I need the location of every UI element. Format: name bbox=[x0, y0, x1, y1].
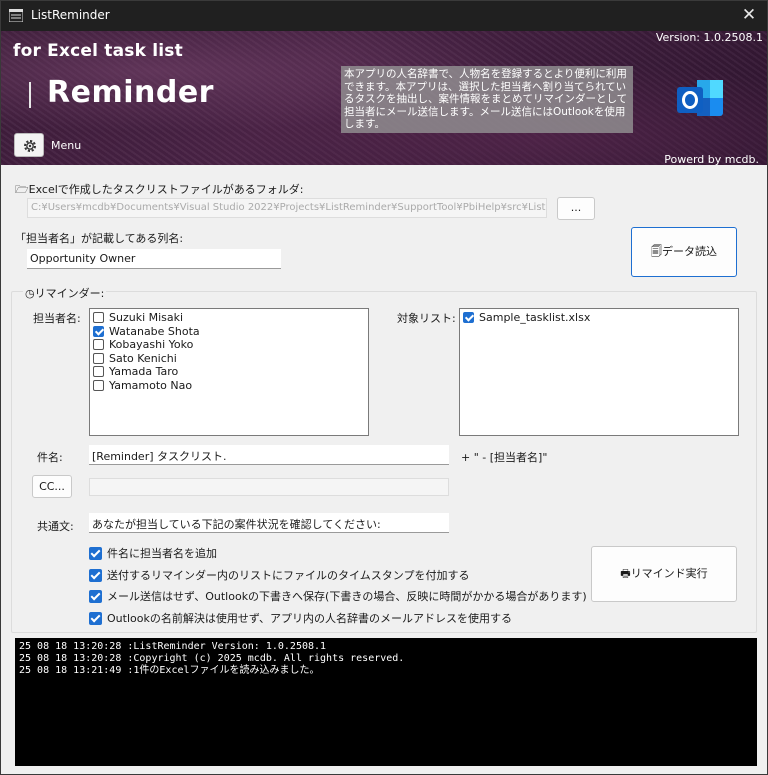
banner-title: Reminder bbox=[47, 75, 214, 110]
cc-field[interactable] bbox=[89, 478, 449, 496]
app-window: ListReminder ✕ for Excel task list Remin… bbox=[0, 0, 768, 775]
menu-button[interactable] bbox=[14, 133, 44, 157]
load-data-button-label: データ読込 bbox=[662, 245, 717, 258]
checkbox[interactable] bbox=[93, 379, 104, 391]
checkbox[interactable] bbox=[89, 612, 102, 625]
header-banner: for Excel task list Reminder Version: 1.… bbox=[1, 31, 767, 166]
owners-listbox[interactable]: Suzuki Misaki Watanabe Shota Kobayashi Y… bbox=[89, 308, 369, 436]
subject-label: 件名: bbox=[37, 451, 63, 464]
owner-name: Watanabe Shota bbox=[109, 324, 200, 338]
log-console[interactable]: 25 08 18 13:20:28 :ListReminder Version:… bbox=[15, 638, 757, 766]
owner-name: Yamamoto Nao bbox=[109, 378, 193, 392]
targets-label: 対象リスト: bbox=[397, 312, 456, 325]
owner-item[interactable]: Kobayashi Yoko bbox=[93, 338, 193, 352]
option-label: Outlookの名前解決は使用せず、アプリ内の人名辞書のメールアドレスを使用する bbox=[107, 612, 513, 625]
option-label: 件名に担当者名を追加 bbox=[107, 547, 217, 560]
body-label: 共通文: bbox=[37, 520, 74, 533]
owner-name: Kobayashi Yoko bbox=[109, 338, 194, 351]
checkbox[interactable] bbox=[463, 312, 474, 323]
column-name-label: 「担当者名」が記載してある列名: bbox=[15, 232, 184, 245]
option-use-app-dictionary[interactable]: Outlookの名前解決は使用せず、アプリ内の人名辞書のメールアドレスを使用する bbox=[89, 610, 512, 626]
owner-name: Yamada Taro bbox=[109, 365, 179, 378]
browse-folder-button[interactable]: ... bbox=[557, 197, 595, 220]
reminder-group-label-text: リマインダー: bbox=[34, 287, 105, 300]
owner-name: Suzuki Misaki bbox=[109, 311, 184, 324]
gear-icon bbox=[24, 140, 36, 152]
run-reminder-button[interactable]: 🖶リマインド実行 bbox=[591, 546, 737, 602]
body-input[interactable]: あなたが担当している下記の案件状況を確認してください: bbox=[89, 513, 449, 533]
column-name-input[interactable]: Opportunity Owner bbox=[27, 249, 281, 269]
owner-item[interactable]: Sato Kenichi bbox=[93, 352, 177, 366]
checkbox[interactable] bbox=[89, 547, 102, 560]
banner-divider bbox=[29, 82, 31, 108]
owners-label: 担当者名: bbox=[33, 312, 81, 325]
banner-subtitle: for Excel task list bbox=[13, 41, 183, 61]
option-add-timestamp[interactable]: 送付するリマインダー内のリストにファイルのタイムスタンプを付加する bbox=[89, 567, 469, 583]
option-add-owner-to-subject[interactable]: 件名に担当者名を追加 bbox=[89, 545, 217, 561]
clock-icon: ◷ bbox=[25, 287, 35, 300]
owner-name: Sato Kenichi bbox=[109, 351, 177, 365]
checkbox[interactable] bbox=[93, 339, 104, 350]
folder-icon: 🗁 bbox=[15, 183, 29, 196]
option-save-draft[interactable]: メール送信はせず、Outlookの下書きへ保存(下書きの場合、反映に時間がかかる… bbox=[89, 588, 587, 604]
folder-label-text: Excelで作成したタスクリストファイルがあるフォルダ: bbox=[28, 183, 304, 196]
outlook-logo-icon bbox=[677, 80, 723, 116]
checkbox[interactable] bbox=[89, 590, 102, 603]
option-label: 送付するリマインダー内のリストにファイルのタイムスタンプを付加する bbox=[107, 569, 470, 582]
owner-item[interactable]: Yamada Taro bbox=[93, 365, 178, 379]
checkbox[interactable] bbox=[93, 325, 104, 337]
reminder-group-label: ◷リマインダー: bbox=[23, 285, 107, 301]
app-icon bbox=[9, 9, 23, 22]
checkbox[interactable] bbox=[93, 366, 104, 377]
folder-path-field[interactable]: C:¥Users¥mcdb¥Documents¥Visual Studio 20… bbox=[27, 198, 547, 218]
log-line: 25 08 18 13:20:28 :Copyright (c) 2025 mc… bbox=[19, 653, 405, 664]
checkbox[interactable] bbox=[93, 312, 104, 323]
print-icon: 🖶 bbox=[620, 567, 631, 580]
app-description: 本アプリの人名辞書で、人物名を登録するとより便利に利用できます。本アプリは、選択… bbox=[341, 66, 633, 133]
menu-label: Menu bbox=[51, 139, 82, 152]
version-label: Version: 1.0.2508.1 bbox=[655, 31, 763, 44]
load-data-button[interactable]: 🗐データ読込 bbox=[631, 227, 737, 277]
option-label: メール送信はせず、Outlookの下書きへ保存(下書きの場合、反映に時間がかかる… bbox=[107, 590, 587, 603]
owner-item[interactable]: Watanabe Shota bbox=[93, 325, 200, 339]
owner-item[interactable]: Yamamoto Nao bbox=[93, 379, 192, 393]
window-title: ListReminder bbox=[31, 8, 110, 22]
subject-suffix-label: + " - [担当者名]" bbox=[461, 451, 548, 464]
powered-by-label: Powerd by mcdb. bbox=[664, 153, 759, 166]
run-reminder-button-label: リマインド実行 bbox=[630, 567, 708, 580]
checkbox[interactable] bbox=[93, 352, 104, 364]
target-item[interactable]: Sample_tasklist.xlsx bbox=[463, 311, 590, 325]
log-line: 25 08 18 13:21:49 :1件のExcelファイルを読み込みました。 bbox=[19, 665, 320, 676]
owner-item[interactable]: Suzuki Misaki bbox=[93, 311, 183, 325]
target-name: Sample_tasklist.xlsx bbox=[479, 311, 591, 324]
title-bar[interactable]: ListReminder ✕ bbox=[1, 1, 767, 31]
load-icon: 🗐 bbox=[651, 245, 662, 258]
cc-button[interactable]: CC... bbox=[32, 475, 72, 498]
subject-input[interactable]: [Reminder] タスクリスト. bbox=[89, 445, 449, 465]
checkbox[interactable] bbox=[89, 569, 102, 582]
close-icon[interactable]: ✕ bbox=[739, 5, 759, 25]
log-line: 25 08 18 13:20:28 :ListReminder Version:… bbox=[19, 641, 327, 652]
targets-listbox[interactable]: Sample_tasklist.xlsx bbox=[459, 308, 739, 436]
